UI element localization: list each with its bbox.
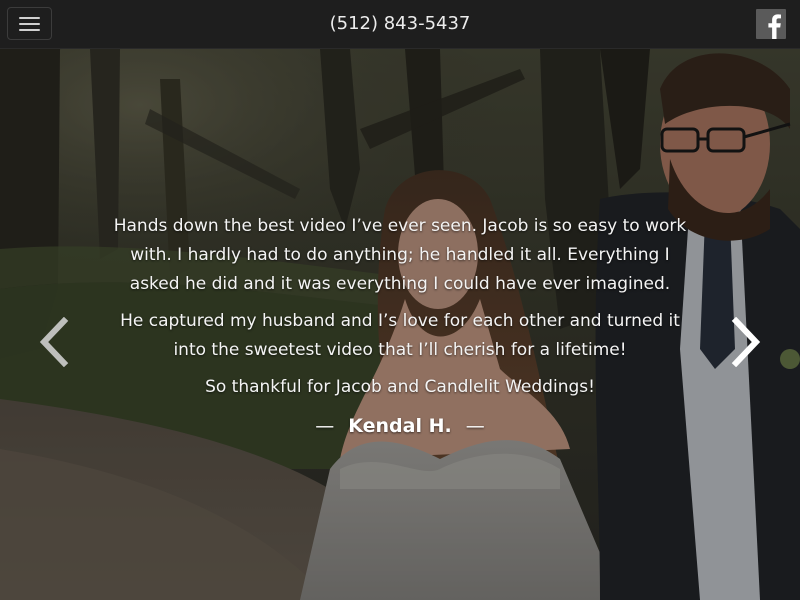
testimonial-quote: Hands down the best video I’ve ever seen… — [110, 212, 690, 441]
author-dash-right: — — [465, 415, 485, 437]
testimonial-author: — Kendal H. — — [110, 412, 690, 441]
hamburger-menu-icon-bar — [19, 23, 40, 25]
testimonial-paragraph: Hands down the best video I’ve ever seen… — [113, 216, 687, 294]
hamburger-menu-button[interactable] — [7, 7, 52, 40]
testimonial-hero: Hands down the best video I’ve ever seen… — [0, 49, 800, 600]
chevron-left-icon — [39, 316, 69, 368]
facebook-link[interactable] — [756, 9, 786, 39]
phone-number-link[interactable]: (512) 843-5437 — [330, 13, 471, 34]
carousel-next-button[interactable] — [728, 316, 764, 368]
phone-number-container: (512) 843-5437 — [0, 0, 800, 48]
testimonial-paragraph: So thankful for Jacob and Candlelit Wedd… — [205, 377, 595, 397]
facebook-icon — [768, 14, 781, 39]
carousel-prev-button[interactable] — [36, 316, 72, 368]
hamburger-menu-icon — [19, 17, 40, 19]
top-navbar: (512) 843-5437 — [0, 0, 800, 49]
chevron-right-icon — [731, 316, 761, 368]
author-name: Kendal H. — [348, 415, 452, 437]
author-dash-left: — — [315, 415, 335, 437]
testimonial-paragraph: He captured my husband and I’s love for … — [120, 311, 680, 360]
hamburger-menu-icon-bar — [19, 29, 40, 31]
